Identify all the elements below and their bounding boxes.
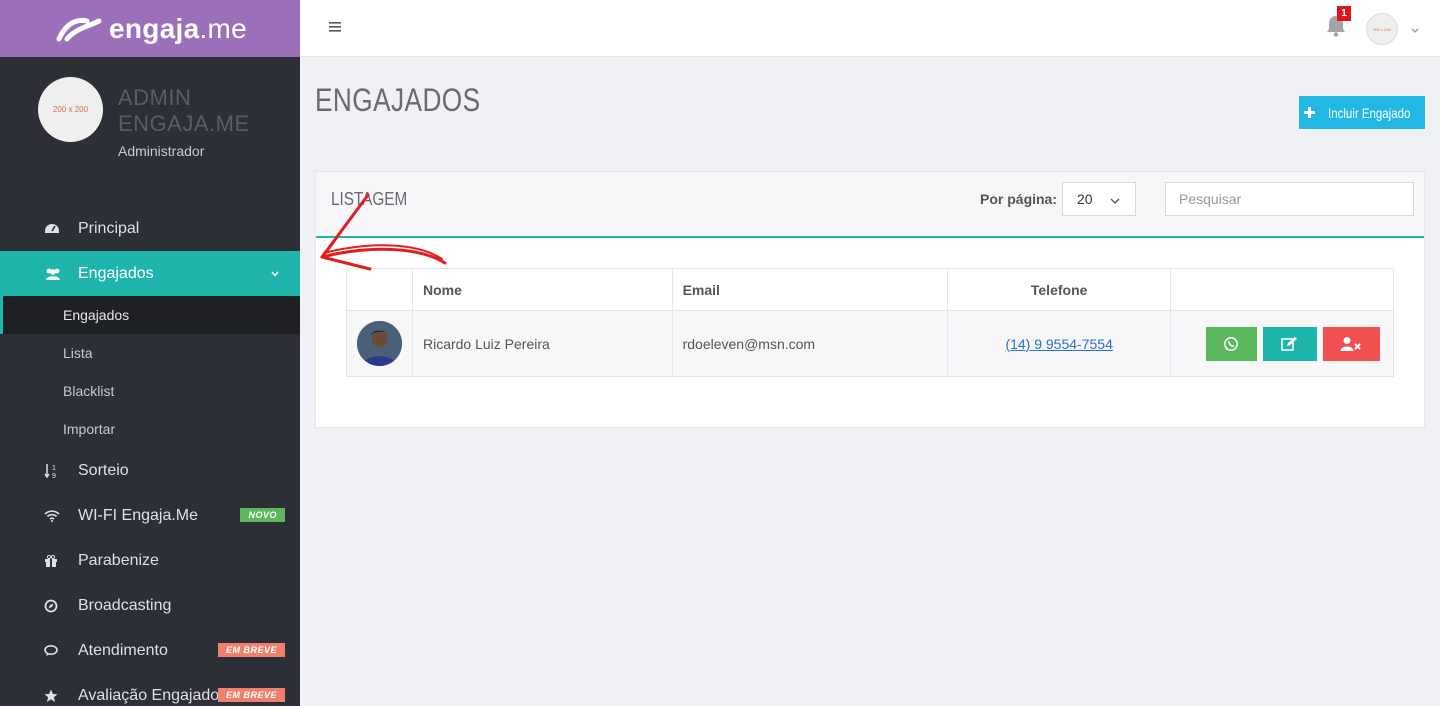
listing-panel: LISTAGEM Por página: 20 Nome Email Telef… <box>315 171 1425 428</box>
sidebar-item-parabenize[interactable]: Parabenize <box>0 538 300 583</box>
column-header-telefone[interactable]: Telefone <box>947 268 1171 311</box>
sidebar-subitem-importar[interactable]: Importar <box>0 410 300 448</box>
svg-text:9: 9 <box>52 473 56 479</box>
sidebar-item-broadcasting[interactable]: Broadcasting <box>0 583 300 628</box>
phone-link[interactable]: (14) 9 9554-7554 <box>1005 336 1112 352</box>
annotation-arrow-icon <box>320 193 447 271</box>
dashboard-icon <box>0 222 78 236</box>
compass-icon <box>0 599 78 613</box>
svg-text:1: 1 <box>52 465 56 472</box>
menu-toggle-icon[interactable] <box>328 20 342 39</box>
profile-name: ADMIN ENGAJA.ME <box>118 85 250 136</box>
gift-icon <box>0 554 78 568</box>
per-page-value: 20 <box>1077 191 1093 207</box>
panel-header: LISTAGEM Por página: 20 <box>316 172 1424 238</box>
whatsapp-button[interactable] <box>1205 326 1257 361</box>
plus-icon <box>1304 107 1316 118</box>
brand-mark-icon <box>56 17 102 41</box>
per-page-label: Por página: <box>980 191 1058 207</box>
avatar <box>357 321 402 366</box>
avatar[interactable]: 200 x 200 <box>38 77 103 142</box>
brand-name-light: .me <box>199 12 248 44</box>
include-engajado-button[interactable]: Incluir Engajado <box>1299 96 1425 129</box>
users-icon <box>0 267 78 281</box>
sidebar-item-label: Engajados <box>78 264 154 282</box>
sidebar-item-label: Avaliação Engajados <box>78 686 228 704</box>
user-avatar[interactable]: 200 x 200 <box>1366 13 1398 45</box>
engajados-table: Nome Email Telefone Ricardo Luiz Pereira… <box>346 268 1395 377</box>
sidebar-item-label: Sorteio <box>78 461 129 479</box>
sidebar-item-principal[interactable]: Principal <box>0 206 300 251</box>
table-row: Ricardo Luiz Pereira rdoeleven@msn.com (… <box>346 310 1395 377</box>
profile-role: Administrador <box>118 143 205 159</box>
user-remove-icon <box>1340 336 1362 351</box>
include-button-label: Incluir Engajado <box>1328 104 1411 121</box>
new-badge: NOVO <box>240 508 285 522</box>
notification-count-badge: 1 <box>1337 6 1351 21</box>
coming-soon-badge: EM BREVE <box>217 643 285 657</box>
sidebar-item-label: Broadcasting <box>78 596 172 614</box>
chevron-down-icon <box>1109 194 1121 210</box>
column-header-actions <box>1169 268 1395 311</box>
row-actions <box>1181 326 1393 361</box>
column-header-email[interactable]: Email <box>671 268 949 311</box>
edit-icon <box>1281 336 1298 351</box>
coming-soon-badge: EM BREVE <box>217 688 285 702</box>
page-title: ENGAJADOS <box>315 82 481 118</box>
brand-logo[interactable]: engaja.me <box>53 13 247 45</box>
sidebar-item-sorteio[interactable]: 19 Sorteio <box>0 448 300 493</box>
sidebar-subitem-lista[interactable]: Lista <box>0 334 300 372</box>
sidebar-item-atendimento[interactable]: Atendimento EM BREVE <box>0 628 300 673</box>
sidebar-item-label: Principal <box>78 219 140 237</box>
table-header-row: Nome Email Telefone <box>346 268 1395 311</box>
per-page-select[interactable]: 20 <box>1062 182 1136 216</box>
sidebar-item-label: WI-FI Engaja.Me <box>78 506 199 524</box>
remove-user-button[interactable] <box>1322 326 1380 361</box>
sidebar-menu: Principal Engajados Engajados Lista Blac… <box>0 206 300 706</box>
star-icon <box>0 689 78 703</box>
wifi-icon <box>0 509 78 522</box>
sidebar-item-wifi[interactable]: WI-FI Engaja.Me NOVO <box>0 493 300 538</box>
search-input[interactable] <box>1165 182 1414 216</box>
brand-name-bold: engaja <box>108 12 200 44</box>
sidebar-subitem-blacklist[interactable]: Blacklist <box>0 372 300 410</box>
sidebar: engaja.me 200 x 200 ADMIN ENGAJA.ME Admi… <box>0 0 300 706</box>
edit-button[interactable] <box>1262 326 1317 361</box>
user-profile: 200 x 200 ADMIN ENGAJA.ME Administrador <box>0 57 300 195</box>
chevron-down-icon <box>270 266 280 284</box>
sidebar-item-engajados[interactable]: Engajados <box>0 251 300 296</box>
cell-email: rdoeleven@msn.com <box>671 310 949 377</box>
top-bar: 1 200 x 200 <box>300 0 1440 57</box>
chat-icon <box>0 644 78 658</box>
chevron-down-icon[interactable] <box>1410 23 1420 41</box>
brand-header: engaja.me <box>0 0 300 57</box>
whatsapp-icon <box>1224 336 1239 351</box>
sort-numeric-icon: 19 <box>0 463 78 479</box>
sidebar-item-avaliacao[interactable]: Avaliação Engajados EM BREVE <box>0 673 300 706</box>
cell-nome: Ricardo Luiz Pereira <box>411 310 673 377</box>
sidebar-subitem-engajados[interactable]: Engajados <box>0 296 300 334</box>
sidebar-item-label: Parabenize <box>78 551 159 569</box>
sidebar-item-label: Atendimento <box>78 641 168 659</box>
